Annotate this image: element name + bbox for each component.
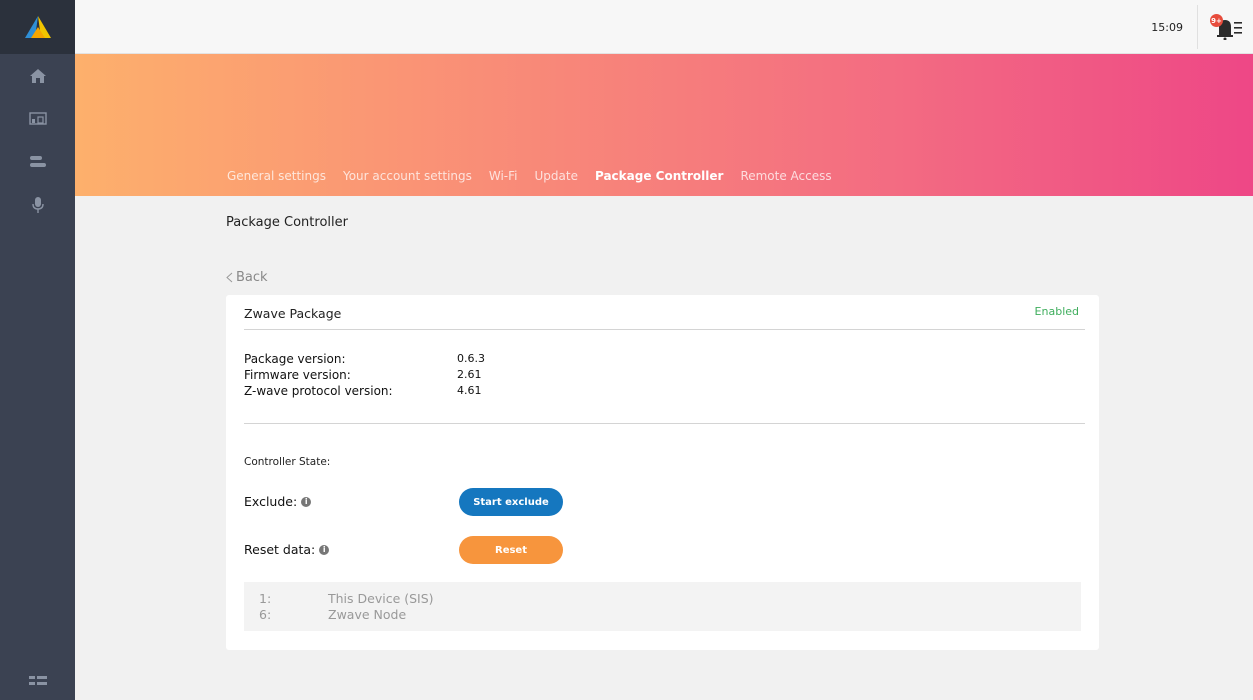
- home-icon: [29, 68, 46, 83]
- sidebar-item-devices[interactable]: [0, 97, 75, 140]
- reset-label: Reset data:: [244, 542, 316, 557]
- start-exclude-button[interactable]: Start exclude: [459, 488, 563, 516]
- package-card: Zwave Package Enabled Package version: 0…: [226, 295, 1099, 650]
- node-list: 1: This Device (SIS) 6: Zwave Node: [244, 582, 1081, 631]
- version-info: Package version: 0.6.3 Firmware version:…: [244, 351, 485, 399]
- node-name: Zwave Node: [328, 607, 407, 622]
- tab-account-settings[interactable]: Your account settings: [343, 169, 472, 183]
- notification-badge: 9+: [1210, 14, 1223, 27]
- tab-general-settings[interactable]: General settings: [227, 169, 326, 183]
- info-value: 2.61: [457, 368, 482, 381]
- info-label: Package version:: [244, 352, 346, 366]
- top-bar: 15:09 9+: [75, 0, 1253, 54]
- tab-wifi[interactable]: Wi-Fi: [489, 169, 518, 183]
- sidebar-item-controller[interactable]: [0, 140, 75, 183]
- settings-tabs: General settings Your account settings W…: [227, 169, 849, 183]
- info-value: 0.6.3: [457, 352, 485, 365]
- back-label: Back: [236, 270, 268, 285]
- exclude-row-label: Exclude: i: [244, 494, 312, 509]
- info-row: Z-wave protocol version: 4.61: [244, 383, 485, 399]
- info-value: 4.61: [457, 384, 482, 397]
- clock: 15:09: [1151, 5, 1198, 49]
- tab-package-controller[interactable]: Package Controller: [595, 169, 723, 183]
- info-icon[interactable]: i: [301, 496, 312, 507]
- sidebar-item-home[interactable]: [0, 54, 75, 97]
- header-banner: General settings Your account settings W…: [75, 54, 1253, 196]
- status-badge: Enabled: [1034, 305, 1079, 318]
- devices-icon: [28, 111, 47, 125]
- controller-state-label: Controller State:: [244, 456, 331, 468]
- reset-button[interactable]: Reset: [459, 536, 563, 564]
- menu-grid-icon: [28, 676, 47, 685]
- node-name: This Device (SIS): [328, 591, 434, 606]
- info-label: Firmware version:: [244, 368, 351, 382]
- notifications-button[interactable]: 9+: [1209, 14, 1243, 41]
- tab-update[interactable]: Update: [535, 169, 578, 183]
- app-logo[interactable]: [0, 0, 75, 54]
- back-link[interactable]: Back: [226, 270, 268, 285]
- divider: [244, 423, 1085, 424]
- reset-row-label: Reset data: i: [244, 542, 330, 557]
- list-item[interactable]: 1: This Device (SIS): [244, 591, 1081, 607]
- node-index: 1:: [259, 591, 272, 606]
- card-title: Zwave Package: [244, 306, 342, 321]
- sidebar-item-microphone[interactable]: [0, 183, 75, 226]
- exclude-label: Exclude:: [244, 494, 298, 509]
- card-header: Zwave Package Enabled: [244, 295, 1085, 330]
- info-icon[interactable]: i: [319, 544, 330, 555]
- sidebar-menu-toggle[interactable]: [0, 668, 75, 694]
- node-index: 6:: [259, 607, 272, 622]
- logo-icon: [24, 16, 51, 38]
- tab-remote-access[interactable]: Remote Access: [740, 169, 831, 183]
- info-label: Z-wave protocol version:: [244, 384, 393, 398]
- info-row: Package version: 0.6.3: [244, 351, 485, 367]
- list-item[interactable]: 6: Zwave Node: [244, 607, 1081, 623]
- sidebar: [0, 0, 75, 700]
- page-title: Package Controller: [226, 215, 348, 230]
- controller-icon: [29, 155, 46, 167]
- chevron-left-icon: [226, 272, 233, 283]
- microphone-icon: [31, 196, 44, 213]
- info-row: Firmware version: 2.61: [244, 367, 485, 383]
